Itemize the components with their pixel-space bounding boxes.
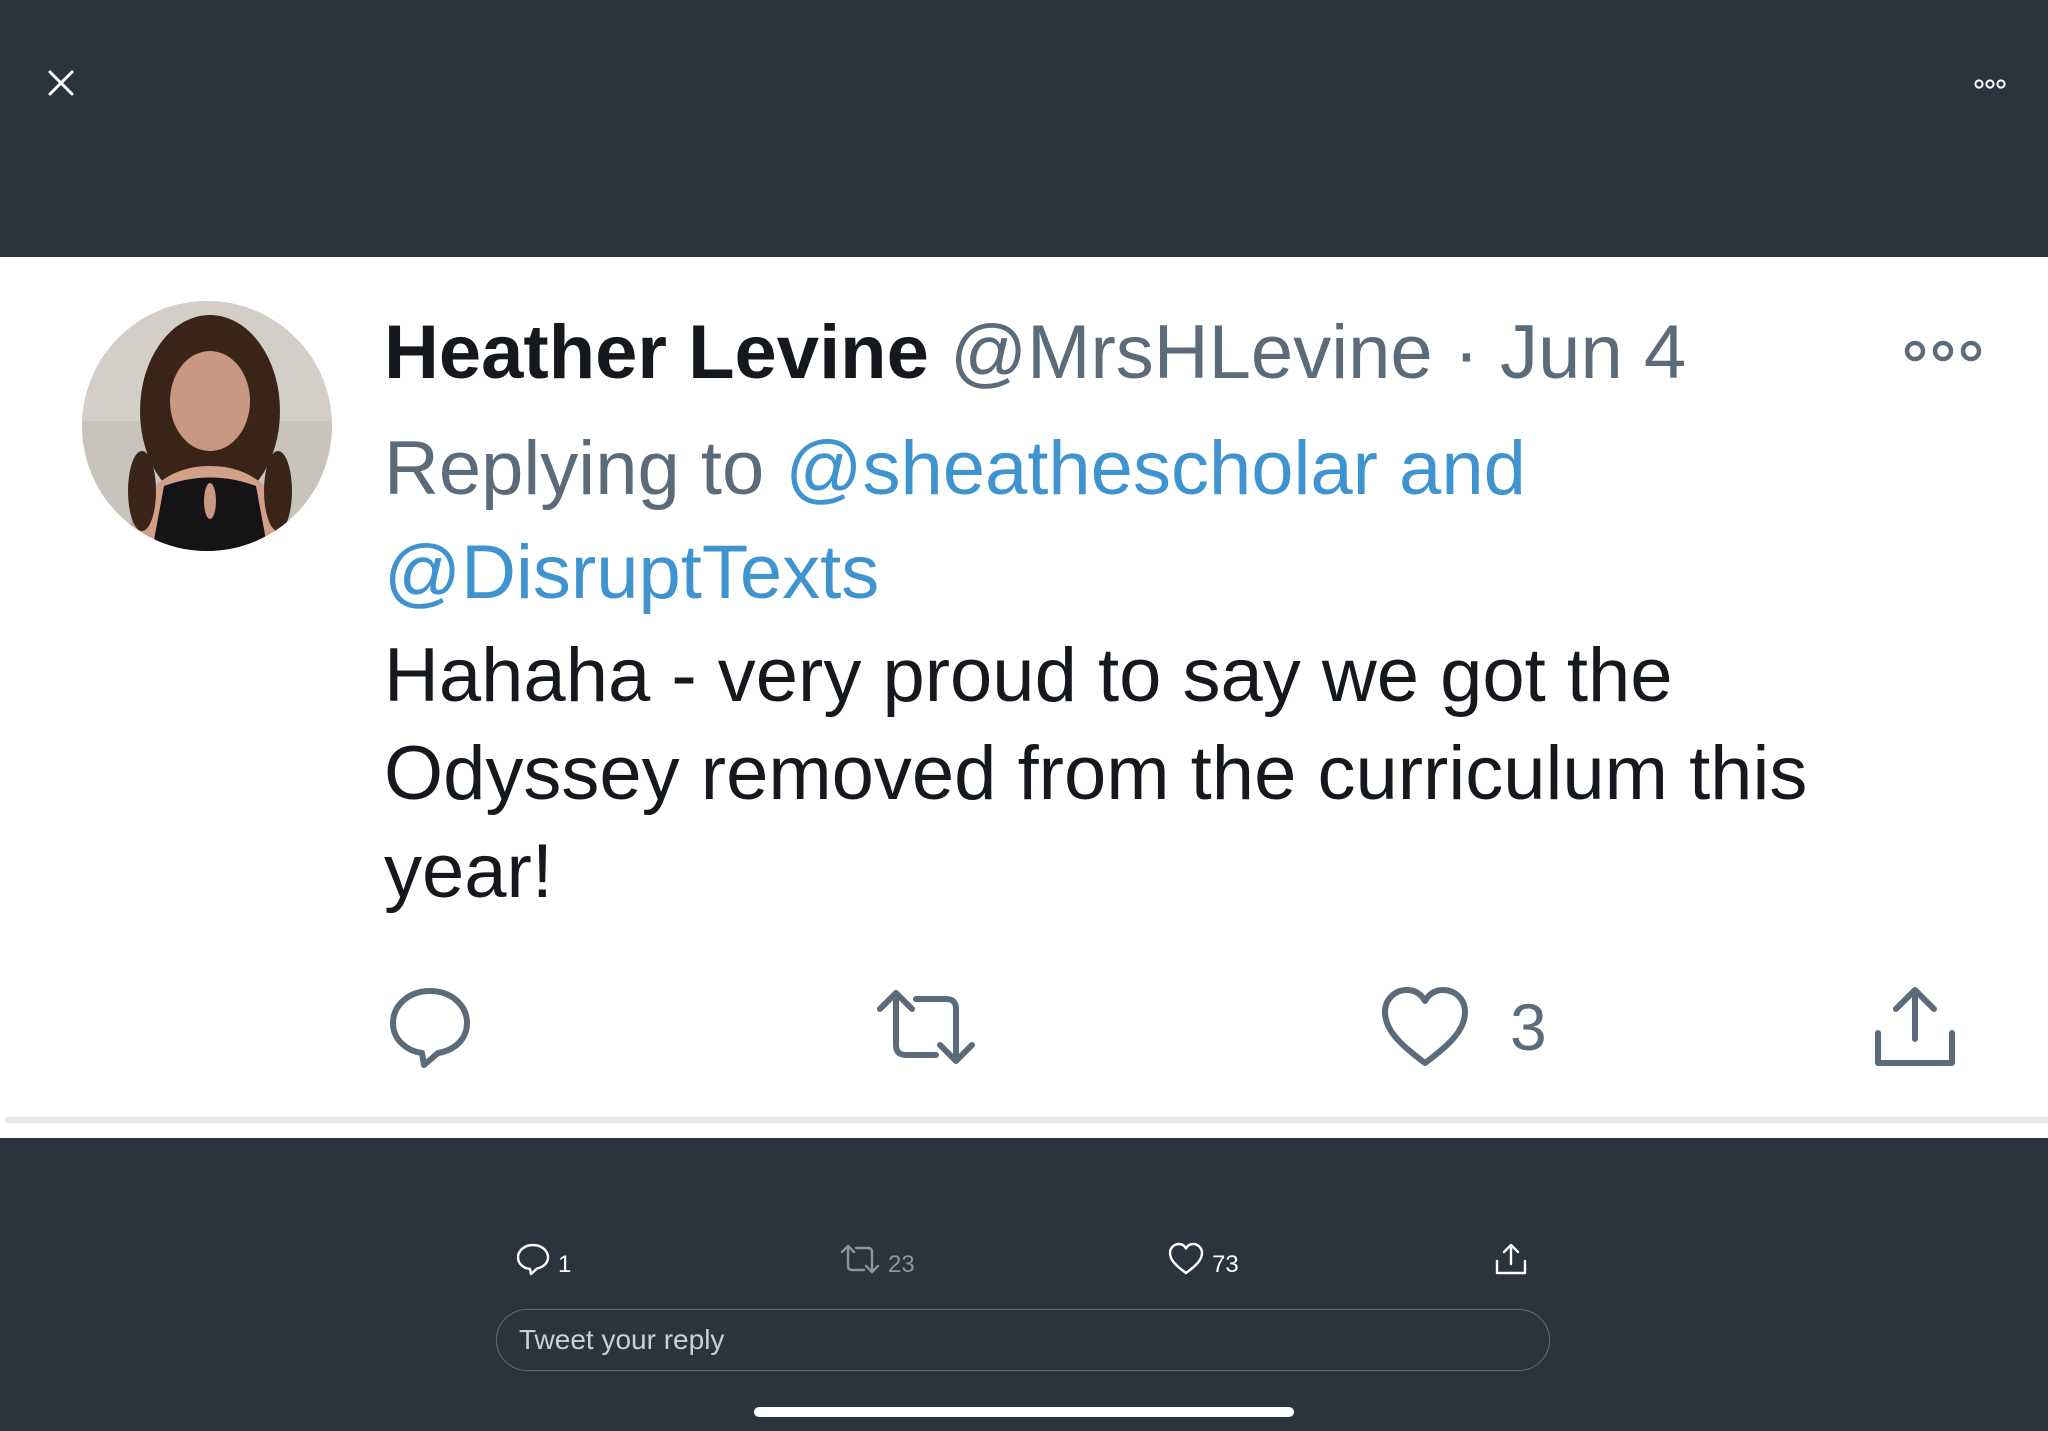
mention-sheathescholar: @sheathescholar and	[785, 426, 1526, 511]
retweet-action	[876, 977, 976, 1077]
reply-count: 1	[558, 1251, 572, 1278]
share-stat-button[interactable]	[1494, 1234, 1528, 1284]
share-icon	[1495, 1243, 1527, 1275]
retweet-count: 23	[888, 1251, 915, 1278]
share-action	[1872, 977, 1958, 1077]
like-count: 3	[1510, 990, 1547, 1064]
share-icon	[1875, 987, 1955, 1066]
media-viewer: Heather Levine @MrsHLevine · Jun 4 Reply…	[0, 0, 2048, 1431]
reply-action	[388, 977, 472, 1077]
tweet-date: Jun 4	[1500, 310, 1687, 395]
more-dots-icon	[1904, 340, 1982, 362]
like-stat-button[interactable]: 73	[1168, 1234, 1239, 1284]
tweet-more-button	[1898, 331, 1988, 371]
reply-input-placeholder: Tweet your reply	[519, 1324, 725, 1355]
like-action: 3	[1380, 977, 1547, 1077]
retweet-stat-button[interactable]: 23	[840, 1234, 915, 1284]
reply-input[interactable]: Tweet your reply	[496, 1309, 1550, 1371]
more-dots-icon	[1974, 79, 2006, 89]
retweet-icon	[877, 990, 975, 1064]
heart-icon	[1168, 1242, 1204, 1275]
reply-stat-button[interactable]: 1	[516, 1234, 571, 1284]
retweet-icon	[840, 1244, 880, 1274]
author-handle: @MrsHLevine	[950, 310, 1433, 395]
divider	[6, 1117, 2048, 1123]
more-options-button[interactable]	[1960, 64, 2020, 104]
header-separator: ·	[1432, 310, 1501, 395]
author-avatar	[82, 301, 332, 551]
author-name: Heather Levine	[384, 310, 929, 395]
tweet-text-line: Odyssey removed from the curriculum this	[384, 731, 1808, 816]
reply-icon	[390, 988, 470, 1068]
close-icon	[48, 70, 74, 96]
like-count: 73	[1212, 1251, 1239, 1278]
heart-icon	[1382, 987, 1468, 1066]
tweet-text-line: Hahaha - very proud to say we got the	[384, 633, 1673, 718]
close-button[interactable]	[38, 60, 84, 106]
reply-icon	[516, 1243, 550, 1276]
mention-disrupttexts: @DisruptTexts	[384, 530, 880, 615]
replying-to-label: Replying to	[384, 426, 786, 511]
tweet-screenshot-image: Heather Levine @MrsHLevine · Jun 4 Reply…	[0, 257, 2048, 1138]
home-indicator[interactable]	[754, 1407, 1294, 1417]
replying-to: Replying to @sheathescholar and @Disrupt…	[384, 417, 1944, 625]
tweet-text: Hahaha - very proud to say we got the Od…	[384, 627, 1984, 921]
tweet-header: Heather Levine @MrsHLevine · Jun 4	[384, 305, 1686, 401]
tweet-text-line: year!	[384, 829, 553, 914]
